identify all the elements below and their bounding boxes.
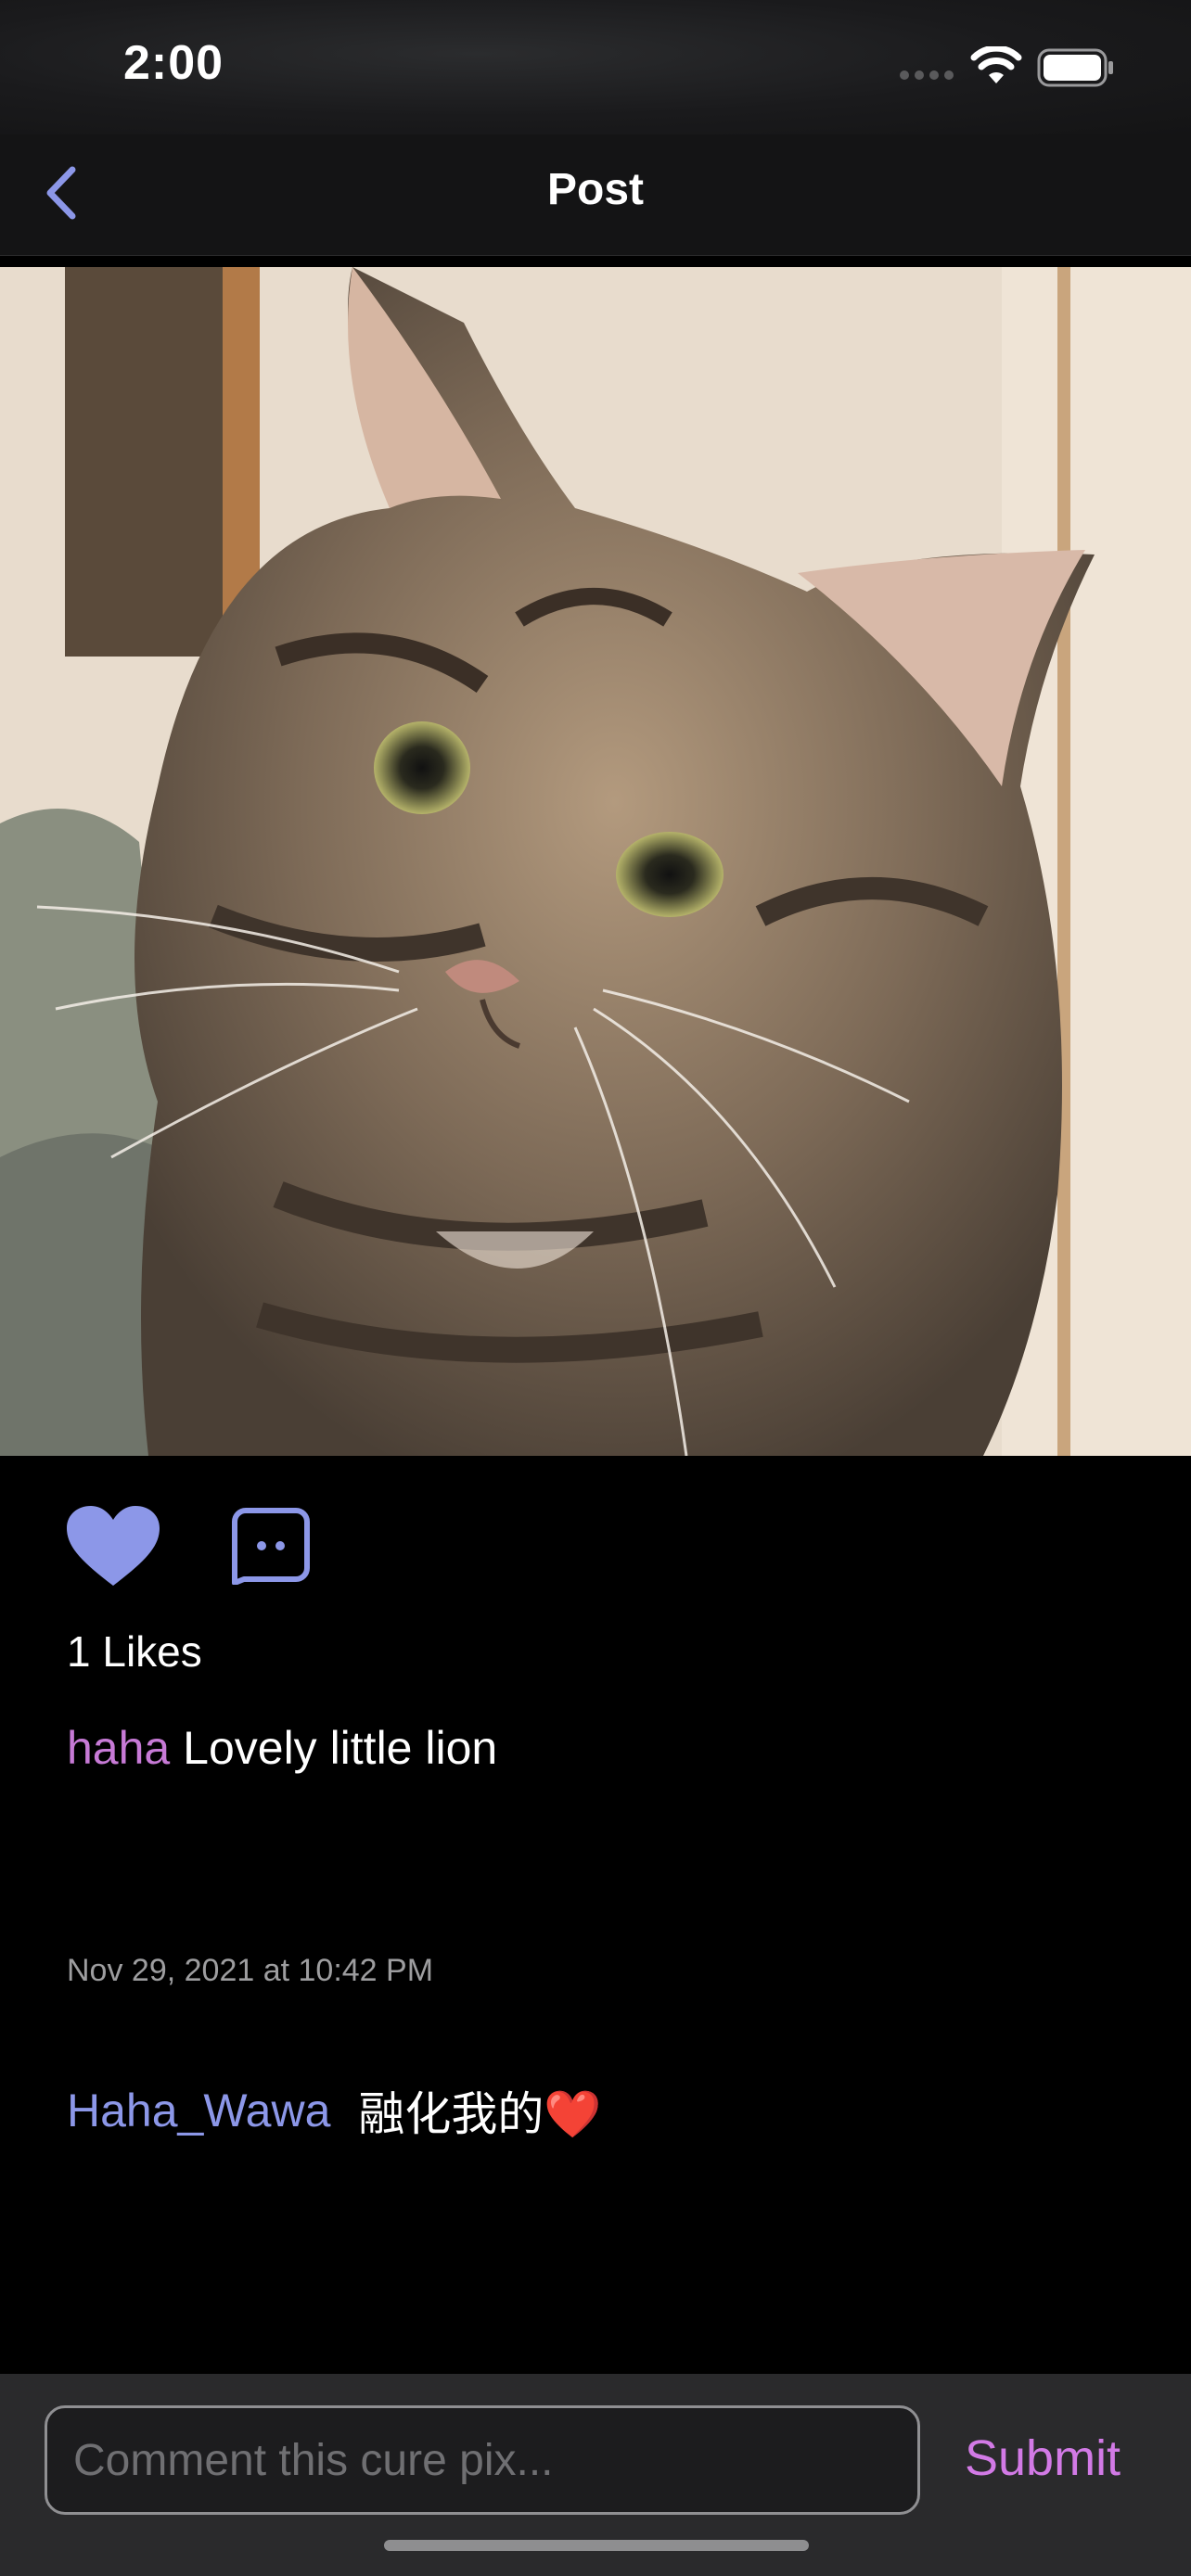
page-title: Post (546, 165, 644, 214)
post-caption: haha Lovely little lion (67, 1721, 497, 1775)
status-time: 2:00 (123, 36, 224, 90)
comment-bubble-icon (232, 1508, 310, 1586)
submit-button[interactable]: Submit (965, 2429, 1121, 2487)
comment-username[interactable]: Haha_Wawa (67, 2084, 330, 2137)
status-bar: 2:00 (0, 0, 1191, 134)
cellular-signal-icon (900, 70, 954, 80)
post-timestamp: Nov 29, 2021 at 10:42 PM (67, 1953, 434, 1988)
comment-composer: Submit (0, 2374, 1191, 2576)
comment-input[interactable] (45, 2405, 920, 2515)
battery-icon (1037, 48, 1113, 87)
caption-text: Lovely little lion (183, 1722, 498, 1774)
home-indicator[interactable] (384, 2540, 809, 2551)
cat-photo (0, 267, 1191, 1456)
heart-icon (67, 1506, 160, 1586)
comment-text: 融化我的❤️ (358, 2088, 602, 2140)
comment-item: Haha_Wawa 融化我的❤️ (67, 2077, 602, 2144)
caption-username[interactable]: haha (67, 1722, 170, 1774)
comment-button[interactable] (231, 1507, 311, 1589)
navigation-bar: Post (0, 134, 1191, 256)
likes-count: 1 Likes (67, 1627, 202, 1676)
like-button[interactable] (65, 1504, 161, 1592)
wifi-icon (970, 46, 1022, 83)
post-image[interactable] (0, 267, 1191, 1456)
post-actions (65, 1504, 311, 1592)
